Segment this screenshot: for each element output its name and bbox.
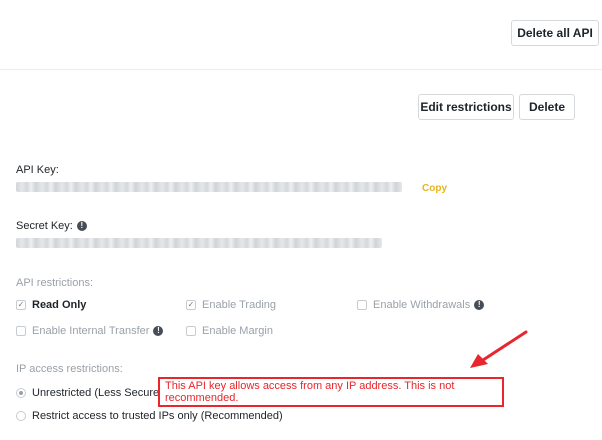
checkbox-label: Enable Withdrawals xyxy=(373,299,471,311)
radio-label: Unrestricted (Less Secure) xyxy=(32,387,163,399)
checkbox-read-only[interactable]: ✓ Read Only xyxy=(16,299,86,311)
checkbox-box[interactable]: ✓ xyxy=(186,300,196,310)
radio-button[interactable] xyxy=(16,411,26,421)
secret-key-label: Secret Key: xyxy=(16,220,73,232)
checkbox-box[interactable] xyxy=(186,326,196,336)
checkbox-enable-internal-transfer[interactable]: Enable Internal Transfer ! xyxy=(16,325,164,337)
copy-api-key-link[interactable]: Copy xyxy=(422,183,447,194)
checkbox-box[interactable]: ✓ xyxy=(16,300,26,310)
edit-restrictions-button[interactable]: Edit restrictions xyxy=(418,94,514,120)
checkbox-label: Enable Trading xyxy=(202,299,276,311)
api-key-value-redacted xyxy=(16,182,402,192)
warning-text: This API key allows access from any IP a… xyxy=(165,380,455,404)
checkbox-enable-trading[interactable]: ✓ Enable Trading xyxy=(186,299,276,311)
checkbox-label: Enable Margin xyxy=(202,325,273,337)
checkbox-label: Read Only xyxy=(32,299,87,311)
secret-key-label-row: Secret Key:! xyxy=(16,220,87,232)
delete-api-button[interactable]: Delete xyxy=(519,94,575,120)
ip-warning-callout: This API key allows access from any IP a… xyxy=(158,377,504,407)
radio-unrestricted[interactable]: Unrestricted (Less Secure) xyxy=(16,387,163,399)
info-icon[interactable]: ! xyxy=(474,300,485,310)
radio-button[interactable] xyxy=(16,388,26,398)
info-icon[interactable]: ! xyxy=(76,221,87,232)
api-restrictions-title: API restrictions: xyxy=(16,277,94,289)
secret-key-value-redacted xyxy=(16,238,382,248)
red-arrow-icon xyxy=(470,330,528,368)
delete-all-api-button[interactable]: Delete all API xyxy=(511,20,599,46)
api-key-label: API Key: xyxy=(16,164,59,176)
info-icon[interactable]: ! xyxy=(153,326,164,336)
ip-restrictions-title: IP access restrictions: xyxy=(16,363,123,375)
checkbox-enable-margin[interactable]: Enable Margin xyxy=(186,325,273,337)
checkbox-enable-withdrawals[interactable]: Enable Withdrawals ! xyxy=(357,299,485,311)
checkbox-label: Enable Internal Transfer xyxy=(32,325,150,337)
radio-label: Restrict access to trusted IPs only (Rec… xyxy=(32,410,283,422)
radio-restrict-trusted-ips[interactable]: Restrict access to trusted IPs only (Rec… xyxy=(16,410,283,422)
checkbox-box[interactable] xyxy=(16,326,26,336)
checkbox-box[interactable] xyxy=(357,300,367,310)
